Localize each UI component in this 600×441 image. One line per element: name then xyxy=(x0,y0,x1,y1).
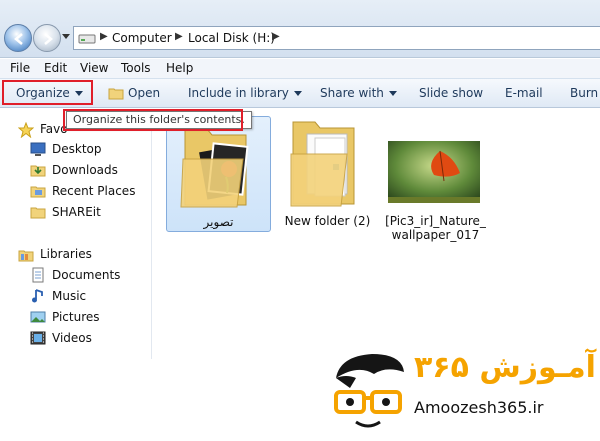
amoozesh365-logo: آمـوزش ۳۶۵ Amoozesh365.ir xyxy=(322,340,600,441)
slide-show-button[interactable]: Slide show xyxy=(419,86,483,100)
menu-help[interactable]: Help xyxy=(166,61,193,75)
breadcrumb-local-disk[interactable]: Local Disk (H:) xyxy=(188,31,275,45)
music-icon xyxy=(32,289,43,303)
nav-item-label: Videos xyxy=(52,331,92,345)
chevron-down-icon xyxy=(293,91,302,96)
forward-arrow-icon xyxy=(44,33,53,45)
nav-libraries-label: Libraries xyxy=(40,247,92,261)
address-bar-area: ▶ Computer ▶ Local Disk (H:) ▶ xyxy=(0,0,600,58)
open-folder-icon xyxy=(108,88,124,100)
back-button[interactable] xyxy=(4,24,32,52)
nav-item-downloads[interactable]: Downloads xyxy=(30,162,150,180)
file-name: تصویر xyxy=(203,215,234,229)
recent-places-icon xyxy=(30,186,46,198)
file-name-line2: wallpaper_017 xyxy=(391,228,480,242)
email-button[interactable]: E-mail xyxy=(505,86,543,100)
navigation-pane: Favo Desktop Downloads Recent Places SHA… xyxy=(0,109,152,359)
nav-item-label: Recent Places xyxy=(52,184,136,198)
nav-item-label: Desktop xyxy=(52,142,102,156)
downloads-icon xyxy=(30,165,46,177)
logo-domain-text: Amoozesh365.ir xyxy=(414,398,544,417)
menu-view[interactable]: View xyxy=(80,61,108,75)
breadcrumb-separator: ▶ xyxy=(272,31,280,42)
open-button[interactable]: Open xyxy=(108,86,160,100)
nav-item-label: Documents xyxy=(52,268,121,282)
star-icon xyxy=(18,122,34,138)
nav-item-label: Downloads xyxy=(52,163,118,177)
include-in-library-label: Include in library xyxy=(188,86,289,100)
nav-item-pictures[interactable]: Pictures xyxy=(30,309,150,327)
menu-tools[interactable]: Tools xyxy=(121,61,151,75)
logo-persian-text: آمـوزش ۳۶۵ xyxy=(414,350,596,385)
recent-pages-chevron-icon[interactable] xyxy=(62,34,70,39)
organize-highlight-box xyxy=(2,80,93,105)
file-item-new-folder-2[interactable]: New folder (2) xyxy=(275,116,380,232)
menu-edit[interactable]: Edit xyxy=(44,61,67,75)
folder-icon xyxy=(290,121,355,207)
breadcrumb-separator: ▶ xyxy=(175,31,183,42)
folder-icon xyxy=(30,207,46,219)
file-name: New folder (2) xyxy=(284,214,371,228)
tooltip-highlight-box xyxy=(63,109,243,131)
chevron-down-icon xyxy=(388,91,397,96)
pictures-icon xyxy=(30,311,46,323)
drive-icon xyxy=(78,34,96,44)
share-with-label: Share with xyxy=(320,86,384,100)
file-item-nature-wallpaper[interactable]: [Pic3_ir]_Nature_ wallpaper_017 xyxy=(383,116,488,242)
image-thumbnail-icon xyxy=(388,141,480,203)
videos-icon xyxy=(30,331,46,345)
nav-item-recent-places[interactable]: Recent Places xyxy=(30,183,150,201)
nav-item-videos[interactable]: Videos xyxy=(30,330,150,348)
nav-item-documents[interactable]: Documents xyxy=(30,267,150,285)
nav-item-label: Music xyxy=(52,289,87,303)
file-name-line1: [Pic3_ir]_Nature_ xyxy=(385,214,486,228)
burn-button[interactable]: Burn xyxy=(570,86,598,100)
address-box[interactable]: ▶ Computer ▶ Local Disk (H:) ▶ xyxy=(73,26,600,50)
include-in-library-button[interactable]: Include in library xyxy=(188,86,302,100)
desktop-icon xyxy=(30,142,46,156)
image-folder-icon xyxy=(180,128,249,208)
mascot-face-icon xyxy=(334,354,404,428)
forward-button[interactable] xyxy=(33,24,61,52)
nav-item-music[interactable]: Music xyxy=(30,288,150,306)
libraries-icon xyxy=(18,250,34,262)
menu-bar: File Edit View Tools Help xyxy=(0,59,600,78)
nav-item-label: SHAREit xyxy=(52,205,101,219)
nav-item-shareit[interactable]: SHAREit xyxy=(30,204,150,222)
back-arrow-icon xyxy=(14,33,23,45)
breadcrumb-computer[interactable]: Computer xyxy=(112,31,172,45)
nav-item-desktop[interactable]: Desktop xyxy=(30,141,150,159)
menu-file[interactable]: File xyxy=(10,61,30,75)
open-label: Open xyxy=(128,86,161,100)
file-item-tasvir-folder[interactable]: تصویر xyxy=(166,116,271,232)
nav-item-label: Pictures xyxy=(52,310,100,324)
share-with-button[interactable]: Share with xyxy=(320,86,397,100)
breadcrumb-separator: ▶ xyxy=(100,31,108,42)
documents-icon xyxy=(32,267,44,283)
